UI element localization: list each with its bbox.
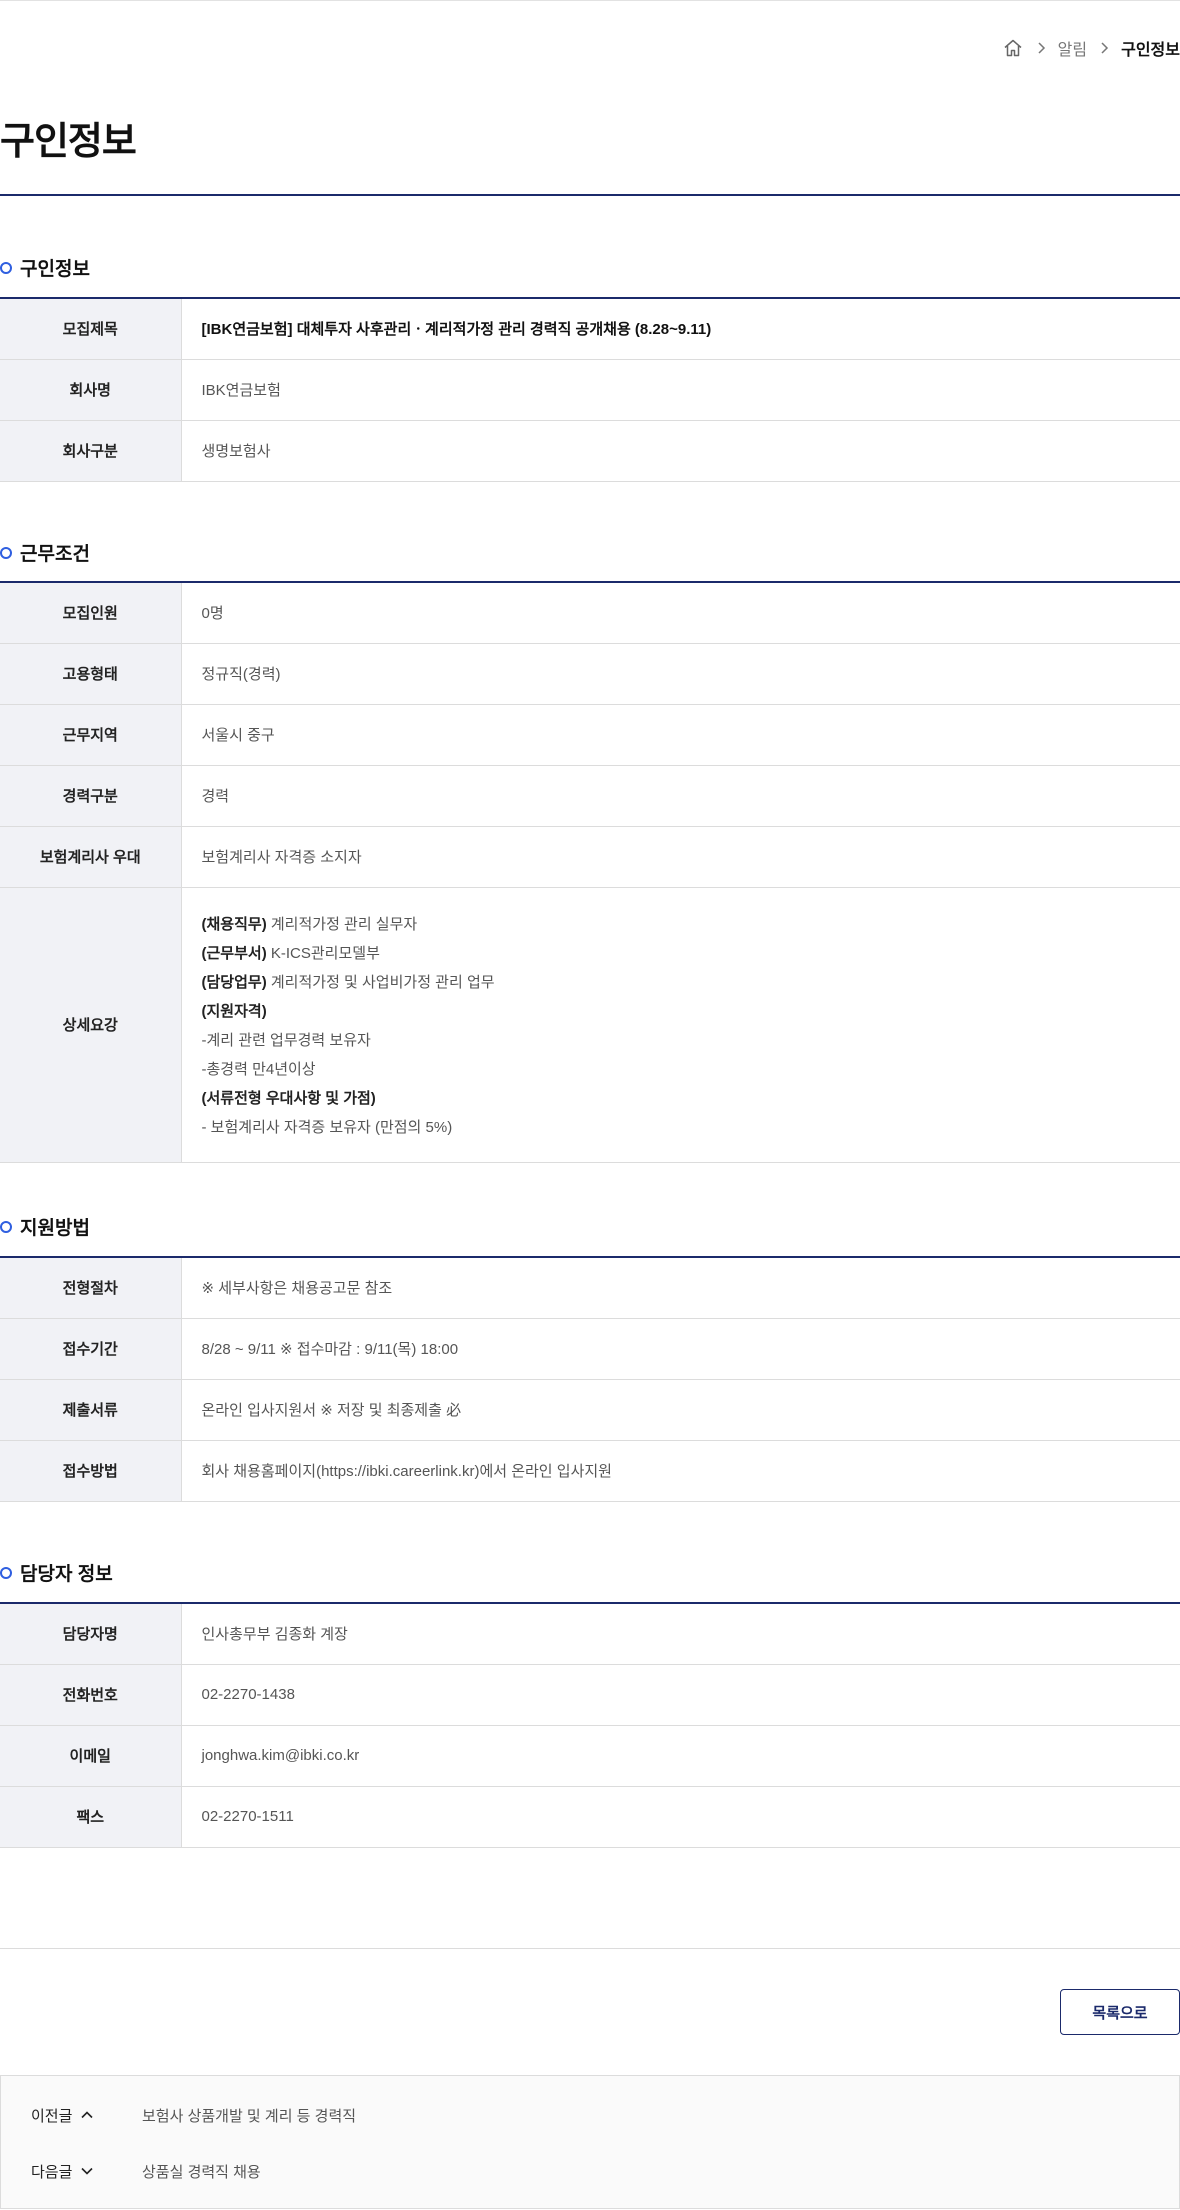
detail-line: - 보험계리사 자격증 보유자 (만점의 5%) [201,1118,453,1136]
bullet-circle-icon [0,1566,12,1579]
table-row: 접수기간 8/28 ~ 9/11 ※ 접수마감 : 9/11(목) 18:00 [0,1318,1180,1380]
row-label: 회사명 [0,359,182,421]
section-title-text: 담당자 정보 [20,1564,113,1585]
bottom-divider [0,1948,1180,1949]
phone-value: 02-2270-1438 [181,1664,1180,1726]
detail-line: (지원자격) [201,1002,267,1020]
breadcrumb-item-current: 구인정보 [1121,42,1180,59]
chevron-down-icon [81,2167,93,2175]
row-label: 이메일 [0,1725,182,1787]
detail-line: (채용직무) 계리적가정 관리 실무자 [201,915,418,933]
table-row: 모집인원 0명 [0,582,1180,644]
documents-value: 온라인 입사지원서 ※ 저장 및 최종제출 必 [181,1379,1180,1441]
prev-label: 이전글 [31,2105,94,2126]
bullet-circle-icon [0,1220,12,1233]
row-label: 상세요강 [0,887,182,1163]
chevron-right-icon [1095,39,1113,57]
table-row: 경력구분 경력 [0,765,1180,827]
table-row: 접수방법 회사 채용홈페이지(https://ibki.careerlink.k… [0,1440,1180,1502]
bullet-circle-icon [0,261,12,274]
application-period-value: 8/28 ~ 9/11 ※ 접수마감 : 9/11(목) 18:00 [181,1318,1180,1380]
prev-post-link[interactable]: 이전글 보험사 상품개발 및 계리 등 경력직 [1,2087,1179,2143]
section-title-apply-method: 지원방법 [0,1213,90,1240]
prev-next-nav: 이전글 보험사 상품개발 및 계리 등 경력직 다음글 상품실 경력직 채용 [0,2075,1180,2209]
next-label: 다음글 [31,2161,94,2182]
fax-value: 02-2270-1511 [181,1786,1180,1848]
actuary-preference-value: 보험계리사 자격증 소지자 [181,826,1180,888]
row-label: 제출서류 [0,1379,182,1441]
row-label: 전형절차 [0,1257,182,1319]
detail-line: -계리 관련 업무경력 보유자 [201,1031,371,1049]
next-post-title[interactable]: 상품실 경력직 채용 [142,2161,261,2182]
section-title-text: 근무조건 [20,544,90,565]
row-label: 접수기간 [0,1318,182,1380]
row-label: 회사구분 [0,420,182,482]
work-conditions-table: 모집인원 0명 고용형태 정규직(경력) 근무지역 서울시 중구 경력구분 경력… [0,581,1180,1163]
table-row: 모집제목 [IBK연금보험] 대체투자 사후관리ㆍ계리적가정 관리 경력직 공개… [0,298,1180,360]
table-row: 근무지역 서울시 중구 [0,704,1180,766]
row-label: 모집인원 [0,582,182,644]
company-name-value: IBK연금보험 [181,359,1180,421]
top-divider [0,0,1180,1]
application-method-value: 회사 채용홈페이지(https://ibki.careerlink.kr)에서 … [181,1440,1180,1502]
career-type-value: 경력 [181,765,1180,827]
section-title-job-info: 구인정보 [0,254,90,281]
company-type-value: 생명보험사 [181,420,1180,482]
page-title: 구인정보 [0,121,137,163]
home-icon[interactable] [1002,37,1024,59]
row-label: 보험계리사 우대 [0,826,182,888]
table-row: 전형절차 ※ 세부사항은 채용공고문 참조 [0,1257,1180,1319]
breadcrumb: 알림 구인정보 [1002,36,1180,60]
contact-name-value: 인사총무부 김종화 계장 [181,1603,1180,1665]
headcount-value: 0명 [181,582,1180,644]
section-title-text: 구인정보 [20,259,90,280]
row-label: 근무지역 [0,704,182,766]
table-row: 보험계리사 우대 보험계리사 자격증 소지자 [0,826,1180,888]
table-row: 회사명 IBK연금보험 [0,359,1180,421]
title-divider [0,194,1180,196]
table-row: 팩스 02-2270-1511 [0,1786,1180,1848]
next-post-link[interactable]: 다음글 상품실 경력직 채용 [1,2143,1179,2199]
section-title-work-conditions: 근무조건 [0,539,90,566]
table-row: 이메일 jonghwa.kim@ibki.co.kr [0,1725,1180,1787]
prev-post-title[interactable]: 보험사 상품개발 및 계리 등 경력직 [142,2105,356,2126]
contact-table: 담당자명 인사총무부 김종화 계장 전화번호 02-2270-1438 이메일 … [0,1602,1180,1848]
detail-line: (담당업무) 계리적가정 및 사업비가정 관리 업무 [201,973,495,991]
table-row: 상세요강 (채용직무) 계리적가정 관리 실무자 (근무부서) K-ICS관리모… [0,887,1180,1163]
table-row: 고용형태 정규직(경력) [0,643,1180,705]
job-title-value: [IBK연금보험] 대체투자 사후관리ㆍ계리적가정 관리 경력직 공개채용 (8… [181,298,1180,360]
row-label: 경력구분 [0,765,182,827]
row-label: 전화번호 [0,1664,182,1726]
email-value: jonghwa.kim@ibki.co.kr [181,1725,1180,1787]
detail-line: -총경력 만4년이상 [201,1060,316,1078]
apply-method-table: 전형절차 ※ 세부사항은 채용공고문 참조 접수기간 8/28 ~ 9/11 ※… [0,1256,1180,1502]
employment-type-value: 정규직(경력) [181,643,1180,705]
detail-line: (서류전형 우대사항 및 가점) [201,1089,376,1107]
table-row: 담당자명 인사총무부 김종화 계장 [0,1603,1180,1665]
selection-process-value: ※ 세부사항은 채용공고문 참조 [181,1257,1180,1319]
row-label: 팩스 [0,1786,182,1848]
work-location-value: 서울시 중구 [181,704,1180,766]
row-label: 모집제목 [0,298,182,360]
table-row: 제출서류 온라인 입사지원서 ※ 저장 및 최종제출 必 [0,1379,1180,1441]
table-row: 전화번호 02-2270-1438 [0,1664,1180,1726]
row-label: 접수방법 [0,1440,182,1502]
detail-requirements: (채용직무) 계리적가정 관리 실무자 (근무부서) K-ICS관리모델부 (담… [181,887,1180,1163]
breadcrumb-item-notice[interactable]: 알림 [1058,36,1087,60]
bullet-circle-icon [0,546,12,559]
chevron-right-icon [1032,39,1050,57]
table-row: 회사구분 생명보험사 [0,420,1180,482]
section-title-text: 지원방법 [20,1218,90,1239]
section-title-contact: 담당자 정보 [0,1559,113,1586]
row-label: 고용형태 [0,643,182,705]
job-info-table: 모집제목 [IBK연금보험] 대체투자 사후관리ㆍ계리적가정 관리 경력직 공개… [0,297,1180,482]
chevron-up-icon [81,2111,93,2119]
detail-line: (근무부서) K-ICS관리모델부 [201,944,380,962]
back-to-list-button[interactable]: 목록으로 [1060,1989,1180,2035]
row-label: 담당자명 [0,1603,182,1665]
